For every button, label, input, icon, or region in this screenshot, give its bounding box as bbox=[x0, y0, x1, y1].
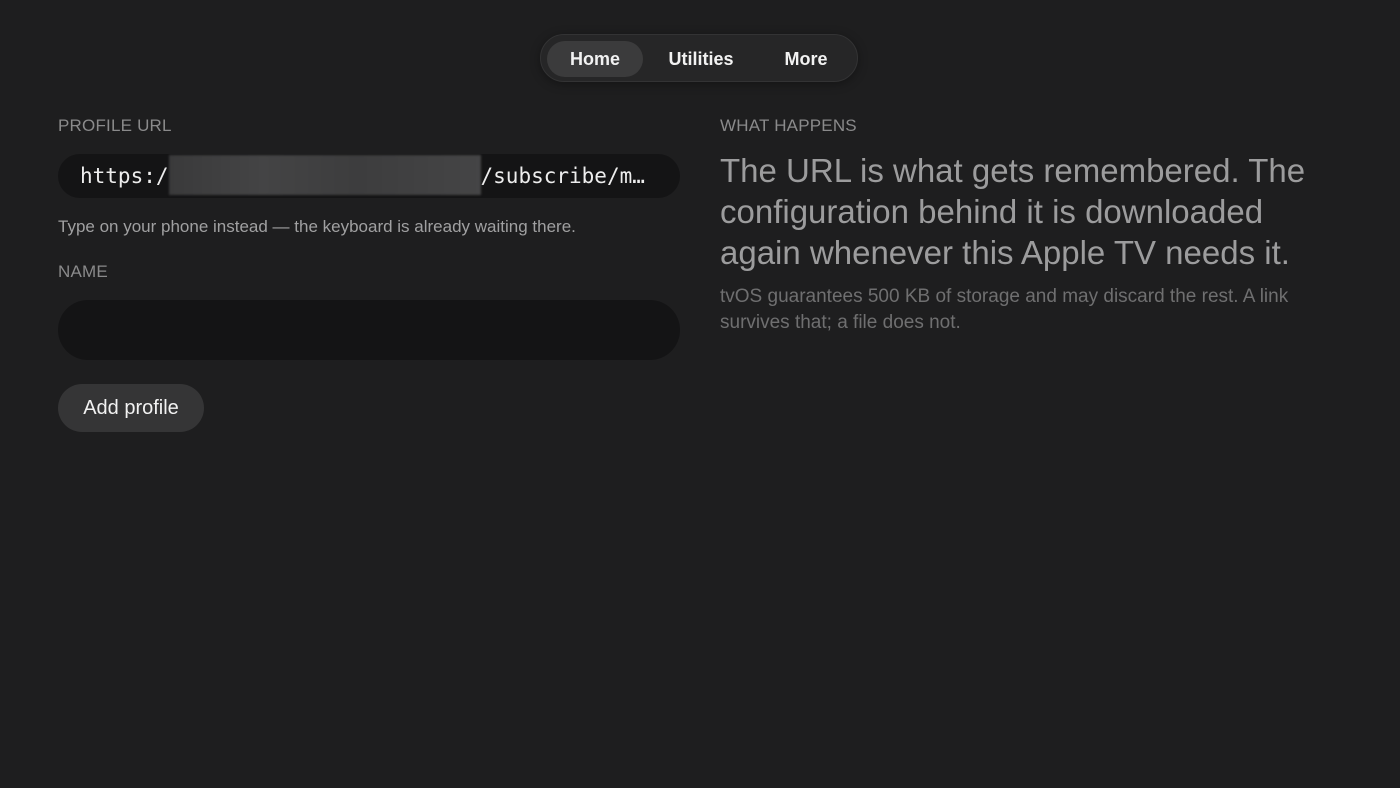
tab-utilities[interactable]: Utilities bbox=[653, 41, 749, 77]
name-field[interactable] bbox=[58, 300, 680, 360]
redacted-hostname bbox=[168, 155, 481, 195]
phone-keyboard-hint: Type on your phone instead — the keyboar… bbox=[58, 217, 576, 236]
url-prefix: https:/ bbox=[80, 164, 169, 188]
what-happens-label: WHAT HAPPENS bbox=[720, 116, 857, 135]
tab-more[interactable]: More bbox=[759, 41, 853, 77]
profile-url-label: PROFILE URL bbox=[58, 116, 172, 135]
top-tab-bar: Home Utilities More bbox=[540, 34, 858, 82]
info-headline: The URL is what gets remembered. The con… bbox=[720, 152, 1306, 271]
url-suffix: /subscribe/m… bbox=[480, 164, 645, 188]
tab-home[interactable]: Home bbox=[547, 41, 643, 77]
profile-url-field[interactable]: https:/ /subscribe/m… bbox=[58, 154, 680, 198]
screen: Home Utilities More PROFILE URL https:/ /… bbox=[0, 0, 1400, 788]
info-body: tvOS guarantees 500 KB of storage and ma… bbox=[720, 286, 1289, 333]
name-label: NAME bbox=[58, 262, 108, 281]
add-profile-button[interactable]: Add profile bbox=[58, 384, 204, 432]
